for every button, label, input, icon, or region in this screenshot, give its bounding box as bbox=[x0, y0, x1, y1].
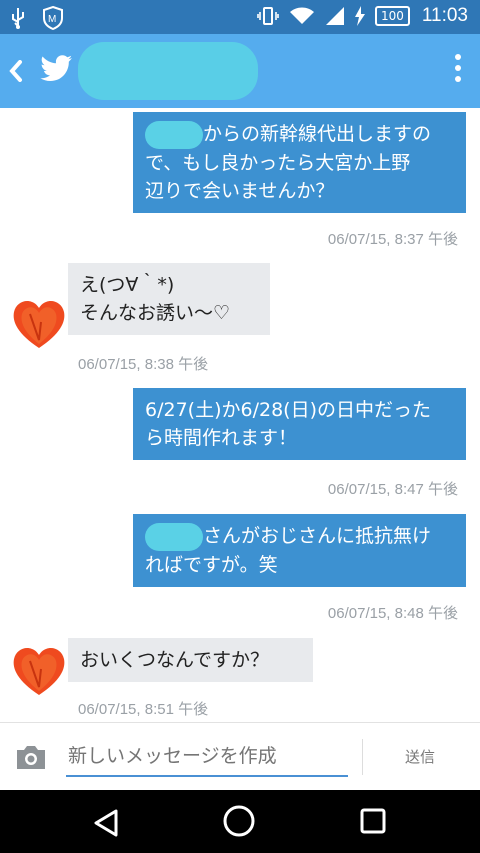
outgoing-message[interactable]: 6/27(土)か6/28(日)の日中だった ら時間作れます！ bbox=[133, 388, 466, 460]
message-input[interactable] bbox=[66, 737, 348, 777]
signal-icon bbox=[325, 7, 344, 25]
clock: 11:03 bbox=[421, 5, 468, 26]
message-composer: 送信 bbox=[0, 722, 480, 790]
send-button[interactable]: 送信 bbox=[380, 741, 460, 773]
avatar-heart-icon[interactable] bbox=[10, 294, 68, 352]
message-timestamp: 06/07/15, 8:38 午後 bbox=[78, 356, 209, 373]
shield-icon: M bbox=[43, 6, 63, 30]
nav-recent-apps-icon[interactable] bbox=[359, 807, 387, 835]
message-timestamp: 06/07/15, 8:51 午後 bbox=[78, 701, 209, 718]
message-line: ら時間作れます！ bbox=[145, 427, 298, 449]
message-list[interactable]: からの新幹線代出しますの で、もし良かったら大宮か上野 辺りで会いませんか？ 0… bbox=[0, 108, 480, 720]
wifi-icon bbox=[289, 7, 314, 24]
usb-icon bbox=[12, 8, 24, 29]
chevron-left-icon bbox=[9, 60, 22, 82]
back-button[interactable] bbox=[8, 54, 28, 88]
message-timestamp: 06/07/15, 8:47 午後 bbox=[327, 481, 458, 498]
message-line: ればですが。笑 bbox=[145, 553, 278, 576]
message-line: で、もし良かったら大宮か上野 bbox=[145, 151, 411, 174]
outgoing-message[interactable]: さんがおじさんに抵抗無け ればですが。笑 bbox=[133, 514, 466, 587]
incoming-message[interactable]: おいくつなんですか？ bbox=[68, 638, 313, 682]
nav-back-icon[interactable] bbox=[92, 808, 122, 838]
svg-text:M: M bbox=[48, 14, 56, 25]
redacted-username bbox=[78, 42, 258, 100]
message-timestamp: 06/07/15, 8:48 午後 bbox=[327, 605, 458, 622]
redacted-name bbox=[145, 120, 203, 149]
divider bbox=[362, 739, 363, 775]
overflow-menu-button[interactable] bbox=[454, 54, 462, 88]
nav-home-icon[interactable] bbox=[222, 804, 256, 838]
vibrate-icon bbox=[257, 7, 279, 25]
redacted-name bbox=[145, 522, 203, 551]
message-line: さんがおじさんに抵抗無け bbox=[145, 522, 454, 551]
outgoing-message[interactable]: からの新幹線代出しますの で、もし良かったら大宮か上野 辺りで会いませんか？ bbox=[133, 112, 466, 213]
message-line: 6/27(土)か6/28(日)の日中だった bbox=[145, 399, 431, 421]
battery-level: 100 bbox=[374, 6, 410, 26]
message-line: そんなお誘い〜♡ bbox=[80, 302, 231, 324]
incoming-message[interactable]: え(つ∀｀*) そんなお誘い〜♡ bbox=[68, 263, 270, 335]
avatar-heart-icon[interactable] bbox=[10, 641, 68, 699]
message-line: 辺りで会いませんか？ bbox=[145, 179, 335, 202]
message-timestamp: 06/07/15, 8:37 午後 bbox=[327, 231, 458, 248]
camera-icon[interactable] bbox=[14, 743, 48, 771]
message-line: からの新幹線代出しますの bbox=[145, 120, 454, 149]
charging-icon bbox=[354, 6, 365, 26]
message-line: え(つ∀｀*) bbox=[80, 274, 175, 296]
status-bar: M 100 11:03 bbox=[0, 0, 480, 34]
message-line: おいくつなんですか？ bbox=[80, 649, 270, 671]
app-bar bbox=[0, 34, 480, 108]
twitter-bird-icon bbox=[40, 55, 72, 81]
system-nav-bar bbox=[0, 790, 480, 853]
